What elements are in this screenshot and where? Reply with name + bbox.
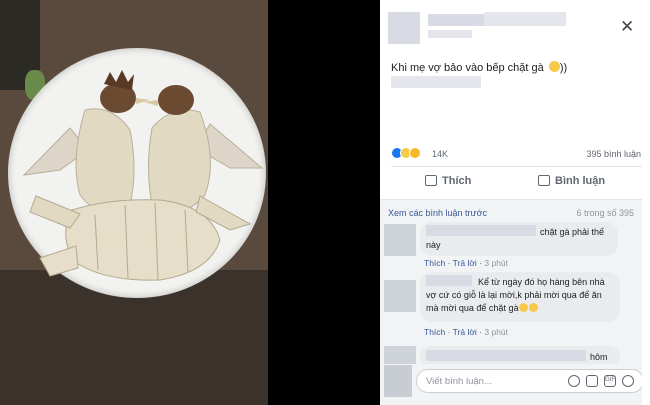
view-previous-comments-link[interactable]: Xem các bình luận trước [388,208,487,218]
caption-suffix: )) [559,62,568,74]
author-name-extra [484,12,566,26]
comment-text: chặt gà phải thế này [426,227,605,250]
comment-like-link[interactable]: Thích [424,258,445,268]
comment-reply-link[interactable]: Trả lời [453,258,477,268]
comment-time[interactable]: 3 phút [484,327,508,337]
comment-text: hôm [590,352,608,362]
wow-reaction-icon [409,147,421,159]
commenter-avatar[interactable] [384,280,416,312]
commenter-name[interactable] [426,350,586,361]
thumbs-up-icon [425,175,437,186]
scrollbar[interactable] [642,0,650,405]
photo-viewer [0,0,380,405]
my-avatar [384,365,412,397]
smile-emoji-icon [548,61,560,72]
comment-time[interactable]: 3 phút [484,258,508,268]
comment-like-link[interactable]: Thích [424,327,445,337]
comment-button[interactable]: Bình luận [538,175,605,187]
post-caption: Khi mẹ vợ bảo vào bếp chặt gà )) [391,61,567,74]
comment-bubble: Kể từ ngày đó họ hàng bên nhà vợ cứ có g… [420,272,620,322]
comment-actions: Thích · Trả lời · 3 phút [424,327,509,337]
comment-text: Kể từ ngày đó họ hàng bên nhà vợ cứ có g… [426,276,612,315]
comment-button-label: Bình luận [555,175,606,187]
comment-bubble: chặt gà phải thế này [420,222,618,256]
laugh-emoji-icon [529,303,539,312]
comment-actions: Thích · Trả lời · 3 phút [424,258,509,268]
author-avatar[interactable] [388,12,420,44]
like-button-label: Thích [442,175,472,187]
close-icon[interactable]: ✕ [620,18,634,35]
comment-count[interactable]: 395 bình luận [586,149,641,159]
post-panel: ✕ Khi mẹ vợ bảo vào bếp chặt gà )) 14K 3… [380,0,650,405]
comment-page-count: 6 trong số 395 [576,208,634,218]
reaction-count[interactable]: 14K [432,149,448,159]
author-name[interactable] [428,14,488,26]
post-photo[interactable] [0,0,268,405]
laugh-emoji-icon [519,303,529,312]
camera-icon[interactable] [586,375,598,387]
gif-icon[interactable]: GIF [604,375,616,387]
caption-tag[interactable] [391,76,481,88]
chicken-image [22,70,264,281]
commenter-avatar[interactable] [384,224,416,256]
comment-reply-link[interactable]: Trả lời [453,327,477,337]
comment-text-body: Kể từ ngày đó họ hàng bên nhà vợ cứ có g… [426,277,605,313]
reaction-summary: 14K 395 bình luận [391,147,643,161]
emoji-icon[interactable] [568,375,580,387]
speech-bubble-icon [538,175,550,186]
sticker-icon[interactable] [622,375,634,387]
post-time [428,30,472,38]
like-button[interactable]: Thích [425,175,471,187]
caption-text: Khi mẹ vợ bảo vào bếp chặt gà [391,62,547,74]
